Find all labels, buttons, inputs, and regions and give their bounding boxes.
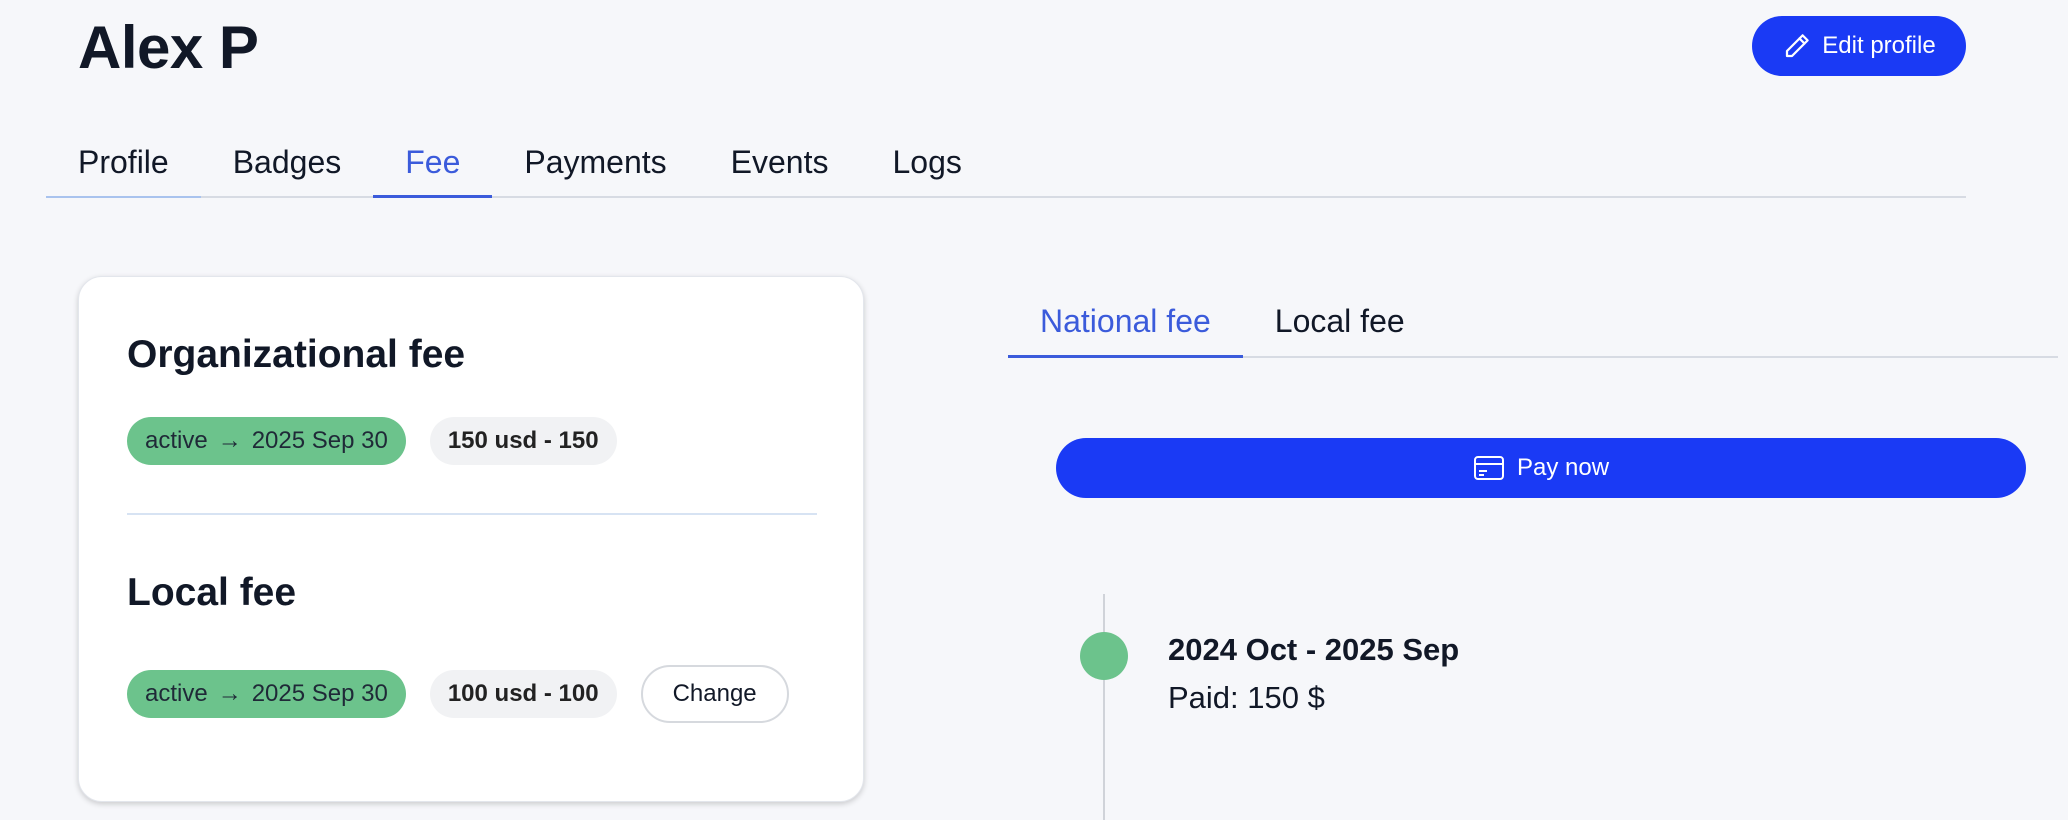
pay-now-button[interactable]: Pay now (1056, 438, 2026, 498)
local-fee-title: Local fee (127, 571, 297, 614)
page-title: Alex P (78, 14, 259, 81)
tab-national-fee[interactable]: National fee (1008, 286, 1243, 358)
tab-logs[interactable]: Logs (860, 128, 993, 196)
valid-until-date: 2025 Sep 30 (251, 680, 388, 707)
organizational-fee-badges: active → 2025 Sep 30 150 usd - 150 (127, 417, 617, 465)
arrow-right-icon: → (217, 680, 242, 707)
tab-local-fee[interactable]: Local fee (1243, 286, 1437, 356)
edit-profile-label: Edit profile (1822, 32, 1936, 59)
arrow-right-icon: → (217, 427, 242, 454)
timeline-period: 2024 Oct - 2025 Sep (1168, 632, 1460, 667)
organizational-fee-title: Organizational fee (127, 333, 466, 376)
status-text: active (145, 427, 208, 454)
local-fee-badges: active → 2025 Sep 30 100 usd - 100 Chang… (127, 665, 789, 723)
tab-events[interactable]: Events (699, 128, 861, 196)
tab-payments[interactable]: Payments (492, 128, 698, 196)
timeline-dot (1080, 632, 1128, 680)
fee-type-tabs: National fee Local fee (1008, 286, 2058, 358)
profile-tabs: Profile Badges Fee Payments Events Logs (46, 128, 1966, 198)
status-badge: active → 2025 Sep 30 (127, 417, 406, 465)
status-text: active (145, 680, 208, 707)
fee-amount-badge: 100 usd - 100 (429, 670, 617, 718)
fee-summary-card: Organizational fee active → 2025 Sep 30 … (78, 276, 864, 802)
timeline-line (1103, 594, 1105, 820)
timeline-paid-amount: Paid: 150 $ (1168, 680, 1325, 715)
tab-profile[interactable]: Profile (46, 128, 201, 198)
valid-until-date: 2025 Sep 30 (251, 427, 388, 454)
tab-fee[interactable]: Fee (373, 128, 493, 198)
pencil-icon (1782, 31, 1812, 61)
fee-amount-badge: 150 usd - 150 (429, 417, 617, 465)
pay-now-label: Pay now (1516, 454, 1610, 481)
credit-card-icon (1473, 455, 1505, 481)
status-badge: active → 2025 Sep 30 (127, 670, 406, 718)
change-local-fee-button[interactable]: Change (640, 665, 789, 723)
section-divider (127, 513, 817, 515)
member-page: Alex P Edit profile Profile Badges Fee P… (0, 0, 2068, 820)
tab-badges[interactable]: Badges (201, 128, 374, 196)
edit-profile-button[interactable]: Edit profile (1752, 16, 1966, 76)
